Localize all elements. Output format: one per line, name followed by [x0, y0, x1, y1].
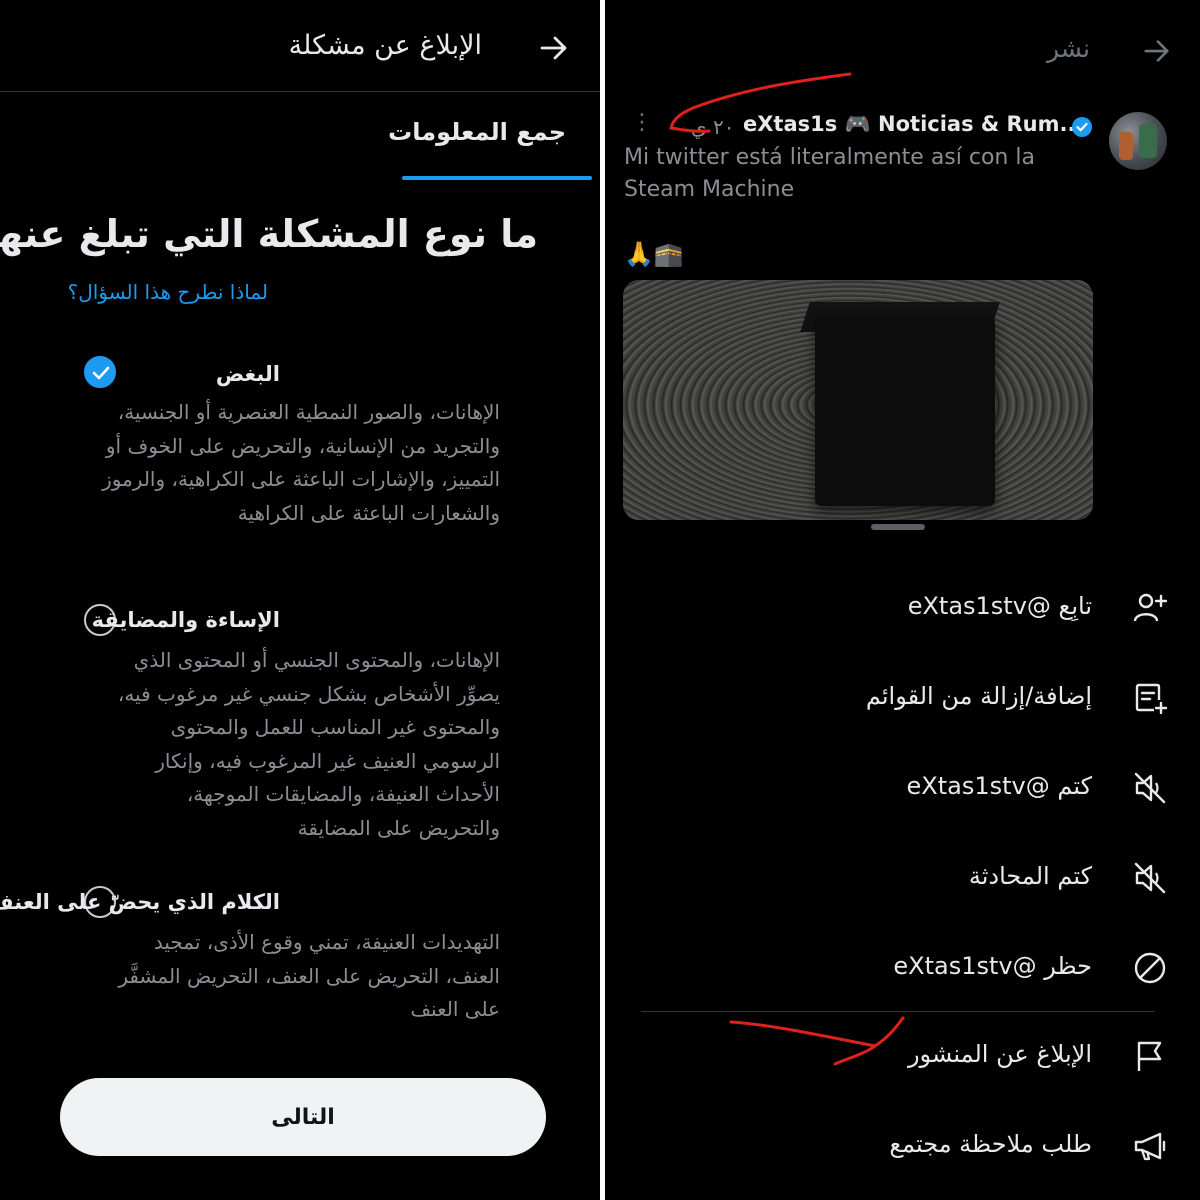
option-title: الإساءة والمضايقة	[91, 608, 280, 632]
sheet-drag-handle[interactable]	[871, 524, 925, 530]
next-button[interactable]: التالى	[60, 1078, 546, 1156]
more-options-icon[interactable]: ⋮	[631, 110, 653, 135]
menu-mute-user[interactable]: كتم @eXtas1stv	[605, 758, 1200, 818]
option-description: الإهانات، والمحتوى الجنسي أو المحتوى الذ…	[117, 648, 500, 840]
menu-divider	[641, 1011, 1155, 1012]
mute-icon	[1132, 860, 1168, 896]
menu-lists[interactable]: إضافة/إزالة من القوائم	[605, 668, 1200, 728]
post-emoji: 🙏🕋	[624, 240, 684, 268]
post-header: نشر	[605, 0, 1200, 92]
flag-icon	[1132, 1038, 1168, 1074]
menu-block[interactable]: حظر @eXtas1stv	[605, 938, 1200, 998]
list-add-icon	[1132, 680, 1168, 716]
tab-gather-info[interactable]: جمع المعلومات	[388, 92, 592, 180]
author-name[interactable]: eXtas1s 🎮 Noticias & Rum...	[743, 112, 1083, 137]
menu-follow[interactable]: تابِع @eXtas1stv	[605, 578, 1200, 638]
option-hate[interactable]: البغض الإهانات، والصور النمطية العنصرية …	[60, 356, 560, 566]
back-arrow-icon[interactable]	[1142, 36, 1172, 66]
option-violent-speech[interactable]: الكلام الذي يحضّ على العنف التهديدات الع…	[0, 886, 560, 1026]
option-title: البغض	[215, 362, 280, 386]
menu-label: حظر @eXtas1stv	[893, 952, 1092, 980]
tab-active-indicator	[402, 176, 592, 180]
block-icon	[1132, 950, 1168, 986]
tab-bar: جمع المعلومات	[0, 92, 600, 180]
option-description: التهديدات العنيفة، تمني وقوع الأذى، تمجي…	[118, 930, 500, 1021]
option-abuse-harassment[interactable]: الإساءة والمضايقة الإهانات، والمحتوى الج…	[60, 604, 560, 844]
menu-label: كتم @eXtas1stv	[906, 772, 1093, 800]
why-question-link[interactable]: لماذا نطرح هذا السؤال؟	[68, 280, 268, 304]
post-image[interactable]	[623, 280, 1093, 520]
report-problem-panel: الإبلاغ عن مشكلة جمع المعلومات ما نوع ال…	[0, 0, 600, 1200]
follow-user-icon	[1132, 590, 1168, 626]
post-title: نشر	[1046, 34, 1090, 63]
report-header: الإبلاغ عن مشكلة	[0, 0, 600, 92]
menu-label: طلب ملاحظة مجتمع	[889, 1130, 1092, 1158]
post-options-panel: نشر eXtas1s 🎮 Noticias & Rum... ٢٠ ي ⋮ M…	[605, 0, 1200, 1200]
option-description: الإهانات، والصور النمطية العنصرية أو الج…	[102, 400, 500, 525]
menu-label: إضافة/إزالة من القوائم	[865, 682, 1092, 710]
menu-community-note[interactable]: طلب ملاحظة مجتمع	[605, 1116, 1200, 1176]
menu-report-post[interactable]: الإبلاغ عن المنشور	[605, 1026, 1200, 1086]
menu-mute-conversation[interactable]: كتم المحادثة	[605, 848, 1200, 908]
post-text: Mi twitter está literalmente así con la …	[624, 145, 1035, 202]
report-title: الإبلاغ عن مشكلة	[288, 30, 482, 61]
menu-label: الإبلاغ عن المنشور	[907, 1040, 1092, 1068]
tab-label: جمع المعلومات	[388, 118, 566, 146]
menu-label: تابِع @eXtas1stv	[907, 592, 1092, 620]
post-timestamp: ٢٠ ي	[691, 115, 735, 139]
author-avatar[interactable]	[1109, 112, 1167, 170]
question-heading: ما نوع المشكلة التي تبلغ عنها؟	[0, 212, 538, 256]
back-arrow-icon[interactable]	[538, 32, 570, 64]
mute-icon	[1132, 770, 1168, 806]
megaphone-icon	[1132, 1128, 1168, 1164]
menu-label: كتم المحادثة	[968, 862, 1092, 890]
verified-badge-icon	[1071, 116, 1093, 138]
option-title: الكلام الذي يحضّ على العنف	[0, 890, 280, 914]
